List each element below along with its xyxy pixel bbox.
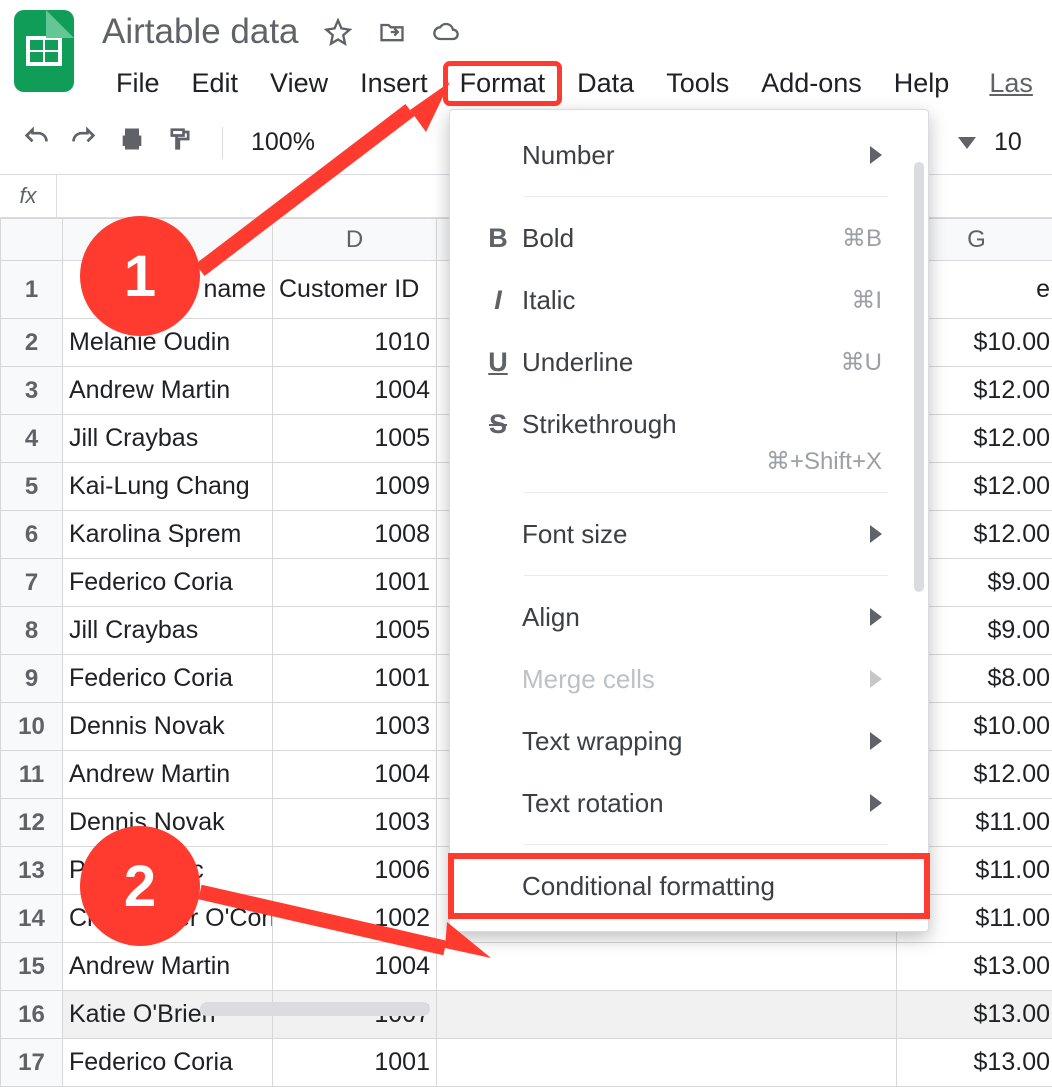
cell-name[interactable]: Jill Craybas <box>63 607 273 655</box>
menu-item-bold[interactable]: BBold⌘B <box>450 207 928 269</box>
cell-custid[interactable]: 1001 <box>273 559 437 607</box>
undo-icon[interactable] <box>22 125 50 160</box>
annotation-badge-1: 1 <box>80 216 200 336</box>
cell-custid[interactable]: 1005 <box>273 607 437 655</box>
cell-amount[interactable]: $13.00 <box>897 1039 1052 1087</box>
menu-addons[interactable]: Add-ons <box>747 64 876 103</box>
row-header[interactable]: 4 <box>1 415 63 463</box>
cell-amount[interactable]: $13.00 <box>897 991 1052 1039</box>
menu-scrollbar[interactable] <box>914 162 924 921</box>
menu-item-align[interactable]: Align <box>450 586 928 648</box>
redo-icon[interactable] <box>70 125 98 160</box>
menu-item-wrap[interactable]: Text wrapping <box>450 710 928 772</box>
cloud-status-icon[interactable] <box>431 17 461 47</box>
cell-custid[interactable]: 1003 <box>273 799 437 847</box>
chevron-right-icon <box>870 670 882 688</box>
menu-item-strike[interactable]: SStrikethrough <box>450 393 928 455</box>
row-header[interactable]: 17 <box>1 1039 63 1087</box>
cell-name[interactable]: Karolina Sprem <box>63 511 273 559</box>
star-icon[interactable] <box>323 17 353 47</box>
cell-custid[interactable]: 1004 <box>273 367 437 415</box>
row-header[interactable]: 13 <box>1 847 63 895</box>
row-header[interactable]: 7 <box>1 559 63 607</box>
cell-name[interactable]: Jill Craybas <box>63 415 273 463</box>
row-header[interactable]: 16 <box>1 991 63 1039</box>
row-header[interactable]: 11 <box>1 751 63 799</box>
menu-item-conditional-formatting[interactable]: Conditional formatting <box>450 855 928 917</box>
select-all-corner[interactable] <box>1 219 63 261</box>
menu-format[interactable]: Format <box>446 64 560 103</box>
menu-item-fontsize[interactable]: Font size <box>450 503 928 565</box>
cell-custid[interactable]: 1005 <box>273 415 437 463</box>
menu-help[interactable]: Help <box>880 64 964 103</box>
chevron-right-icon <box>870 608 882 626</box>
doc-title[interactable]: Airtable data <box>102 12 299 52</box>
cell-custid[interactable]: 1010 <box>273 319 437 367</box>
menu-item-underline[interactable]: UUnderline⌘U <box>450 331 928 393</box>
row-header[interactable]: 8 <box>1 607 63 655</box>
cell-amount[interactable]: $13.00 <box>897 943 1052 991</box>
cell-blank[interactable] <box>437 1039 897 1087</box>
cell-custid[interactable]: 1008 <box>273 511 437 559</box>
row-header[interactable]: 5 <box>1 463 63 511</box>
menu-last-edit[interactable]: Las <box>989 68 1033 99</box>
row-header[interactable]: 6 <box>1 511 63 559</box>
cell-name[interactable]: Andrew Martin <box>63 367 273 415</box>
menu-file[interactable]: File <box>102 64 174 103</box>
cell-custid[interactable]: 1004 <box>273 751 437 799</box>
row-header[interactable]: 1 <box>1 261 63 319</box>
chevron-right-icon <box>870 146 882 164</box>
row-header[interactable]: 9 <box>1 655 63 703</box>
annotation-arrow-2 <box>195 880 495 970</box>
menu-item-rotate[interactable]: Text rotation <box>450 772 928 834</box>
row-header[interactable]: 15 <box>1 943 63 991</box>
cell-name[interactable]: Kai-Lung Chang <box>63 463 273 511</box>
cell-blank[interactable] <box>437 991 897 1039</box>
menu-item-italic[interactable]: IItalic⌘I <box>450 269 928 331</box>
font-size-value[interactable]: 10 <box>994 128 1030 157</box>
chevron-right-icon <box>870 732 882 750</box>
chevron-right-icon <box>870 794 882 812</box>
cell-name[interactable]: Dennis Novak <box>63 703 273 751</box>
cell-name[interactable]: Federico Coria <box>63 559 273 607</box>
menu-data[interactable]: Data <box>563 64 648 103</box>
menu-tools[interactable]: Tools <box>652 64 743 103</box>
row-header[interactable]: 2 <box>1 319 63 367</box>
format-menu: Number BBold⌘B IItalic⌘I UUnderline⌘U SS… <box>449 109 929 932</box>
cell-name[interactable]: Federico Coria <box>63 655 273 703</box>
annotation-badge-2: 2 <box>80 826 200 946</box>
row-header[interactable]: 14 <box>1 895 63 943</box>
cell-blank[interactable] <box>437 943 897 991</box>
menu-item-number[interactable]: Number <box>450 124 928 186</box>
cell-custid[interactable]: 1001 <box>273 655 437 703</box>
cell-name[interactable]: Federico Coria <box>63 1039 273 1087</box>
menu-item-merge: Merge cells <box>450 648 928 710</box>
chevron-down-icon[interactable] <box>958 137 976 149</box>
cell-custid[interactable]: 1001 <box>273 1039 437 1087</box>
formula-bar-fx-label: fx <box>0 183 56 209</box>
row-header[interactable]: 12 <box>1 799 63 847</box>
row-header[interactable]: 10 <box>1 703 63 751</box>
cell-custid[interactable]: 1009 <box>273 463 437 511</box>
move-to-folder-icon[interactable] <box>377 17 407 47</box>
row-header[interactable]: 3 <box>1 367 63 415</box>
annotation-arrow-1 <box>190 80 460 280</box>
sheets-app-icon <box>14 10 74 92</box>
cell-custid[interactable]: 1003 <box>273 703 437 751</box>
chevron-right-icon <box>870 525 882 543</box>
cell-name[interactable]: Andrew Martin <box>63 751 273 799</box>
print-icon[interactable] <box>118 125 146 160</box>
